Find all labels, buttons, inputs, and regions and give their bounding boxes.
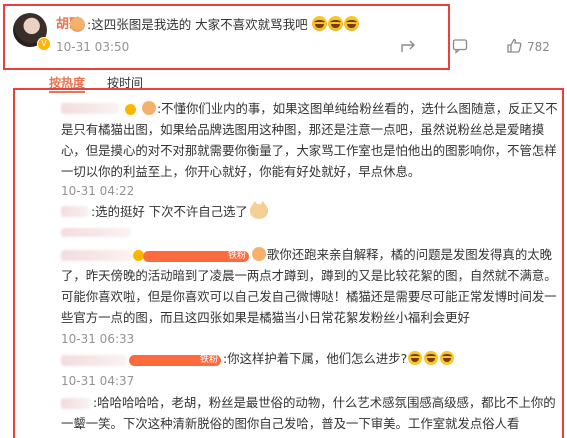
shy-emoji-icon [70, 15, 86, 34]
post-timestamp: 10-31 03:50 [56, 40, 130, 54]
shy-emoji-icon [252, 247, 267, 261]
comment-timestamp: 10-31 06:33 [61, 332, 135, 346]
comment-2-text: :选的挺好 下次不许自己选了 [91, 204, 248, 219]
comment-text: :选的挺好 下次不许自己选了 [61, 201, 558, 222]
share-icon[interactable] [400, 38, 416, 54]
comment-timestamp: 10-31 04:37 [61, 374, 135, 388]
fan-badge: 铁粉 [143, 251, 250, 262]
comment-3-text: 歌你还跑来亲自解释，橘的问题是发图发得真的太晚了，昨天傍晚的活动暗到了凌晨一两点… [61, 247, 557, 325]
like-icon[interactable] [506, 38, 522, 54]
laugh-emoji-icon [343, 16, 359, 31]
shy-emoji-icon [142, 101, 156, 115]
comment-1-text: :不懂你们业内的事，如果这图单纯给粉丝看的，选什么图随意，反正又不是只有橘猫出图… [61, 101, 558, 179]
post-text-body: :这四张图是我选的 大家不喜欢就骂我吧 [87, 17, 308, 32]
fan-badge: 铁粉 [129, 355, 222, 366]
laugh-emoji-icon [327, 16, 343, 31]
laugh-emoji-icon [311, 16, 327, 31]
laugh-emoji-icon [408, 351, 423, 365]
comment-timestamp: 10-31 04:22 [61, 184, 135, 198]
comment-text: :哈哈哈哈哈，老胡，粉丝是最世俗的动物，什么艺术感氛围感高级感，都比不上你的一颦… [61, 392, 558, 436]
verified-badge-icon: V [37, 37, 51, 51]
comment-timestamp-blurred [61, 228, 131, 237]
comment-5-text: :哈哈哈哈哈，老胡，粉丝是最世俗的动物，什么艺术感氛围感高级感，都比不上你的一颦… [61, 395, 556, 431]
comment-text: 铁粉:你这样护着下属，他们怎么进步? [61, 348, 558, 369]
laugh-emoji-icon [424, 351, 439, 365]
cat-emoji-icon [249, 201, 268, 219]
post-text: :这四张图是我选的 大家不喜欢就骂我吧 [87, 14, 360, 33]
comment-icon[interactable] [452, 38, 468, 54]
comment-text: :不懂你们业内的事，如果这图单纯给粉丝看的，选什么图随意，反正又不是只有橘猫出图… [61, 98, 558, 182]
comment-text: 铁粉 歌你还跑来亲自解释，橘的问题是发图发得真的太晚了，昨天傍晚的活动暗到了凌晨一… [61, 244, 558, 328]
laugh-emoji-icon [440, 351, 455, 365]
comment-4-text: :你这样护着下属，他们怎么进步? [223, 351, 408, 366]
like-count: 782 [527, 40, 550, 54]
